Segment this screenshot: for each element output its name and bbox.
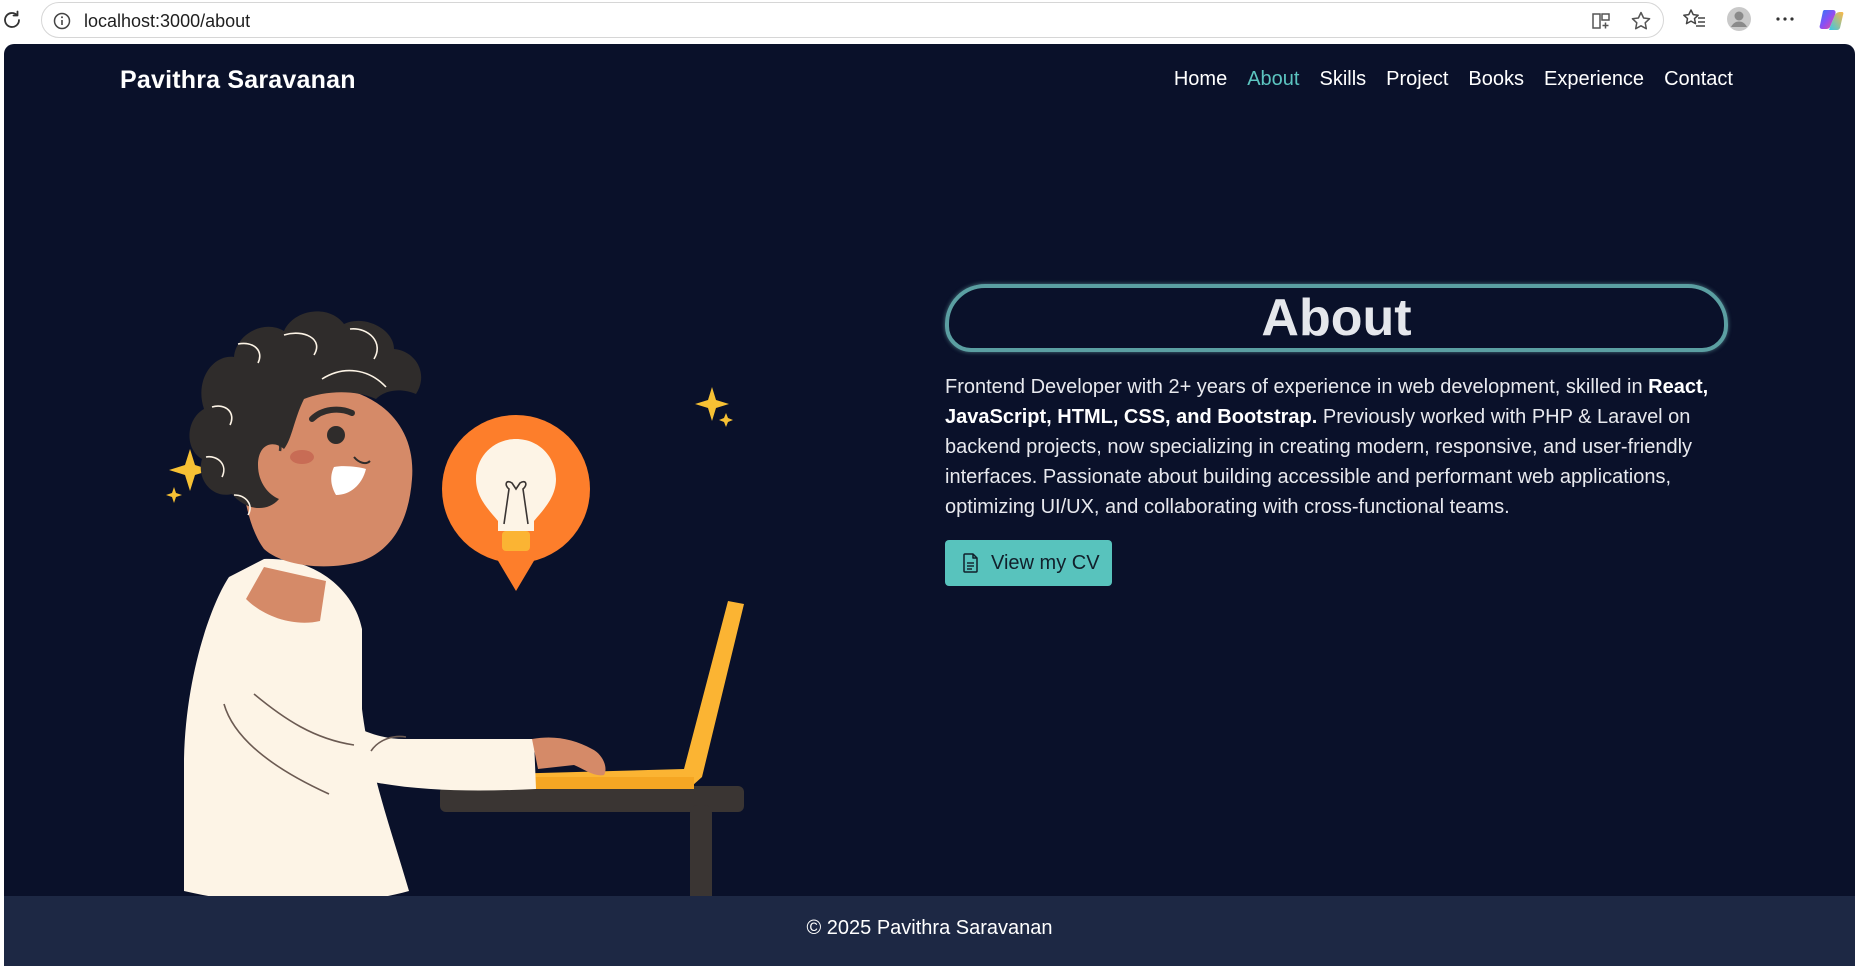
- nav-item-experience[interactable]: Experience: [1544, 68, 1644, 91]
- developer-illustration: [166, 311, 744, 909]
- bio-text-start: Frontend Developer with 2+ years of expe…: [945, 376, 1649, 398]
- brand-logo[interactable]: Pavithra Saravanan: [120, 66, 356, 95]
- nav-item-skills[interactable]: Skills: [1319, 68, 1366, 91]
- document-icon: [963, 553, 978, 573]
- nav-item-home[interactable]: Home: [1174, 68, 1227, 91]
- page-viewport: Pavithra Saravanan Home About Skills Pro…: [4, 44, 1855, 966]
- about-heading-frame: About: [945, 284, 1728, 352]
- nav-item-project[interactable]: Project: [1386, 68, 1448, 91]
- split-screen-icon[interactable]: [1590, 10, 1612, 32]
- address-bar[interactable]: localhost:3000/about: [41, 2, 1664, 38]
- copilot-icon[interactable]: [1818, 6, 1844, 32]
- view-cv-label: View my CV: [991, 551, 1100, 574]
- about-bio: Frontend Developer with 2+ years of expe…: [945, 372, 1725, 522]
- browser-toolbar: localhost:3000/about: [0, 0, 1859, 44]
- view-cv-button[interactable]: View my CV: [945, 540, 1112, 586]
- page-title: About: [1261, 289, 1412, 347]
- profile-icon[interactable]: [1726, 6, 1752, 32]
- favorite-star-icon[interactable]: [1630, 10, 1652, 32]
- nav-item-contact[interactable]: Contact: [1664, 68, 1733, 91]
- favorites-icon[interactable]: [1681, 6, 1707, 32]
- more-icon[interactable]: [1772, 6, 1798, 32]
- main-nav: Home About Skills Project Books Experien…: [1174, 68, 1733, 91]
- nav-item-books[interactable]: Books: [1468, 68, 1524, 91]
- reload-icon[interactable]: [0, 8, 24, 32]
- info-icon[interactable]: [52, 11, 72, 31]
- nav-item-about[interactable]: About: [1247, 68, 1299, 91]
- copyright-text: © 2025 Pavithra Saravanan: [806, 916, 1053, 939]
- sparkle-right-icon: [695, 387, 729, 421]
- url-text[interactable]: localhost:3000/about: [84, 11, 250, 31]
- footer: © 2025 Pavithra Saravanan: [4, 896, 1855, 966]
